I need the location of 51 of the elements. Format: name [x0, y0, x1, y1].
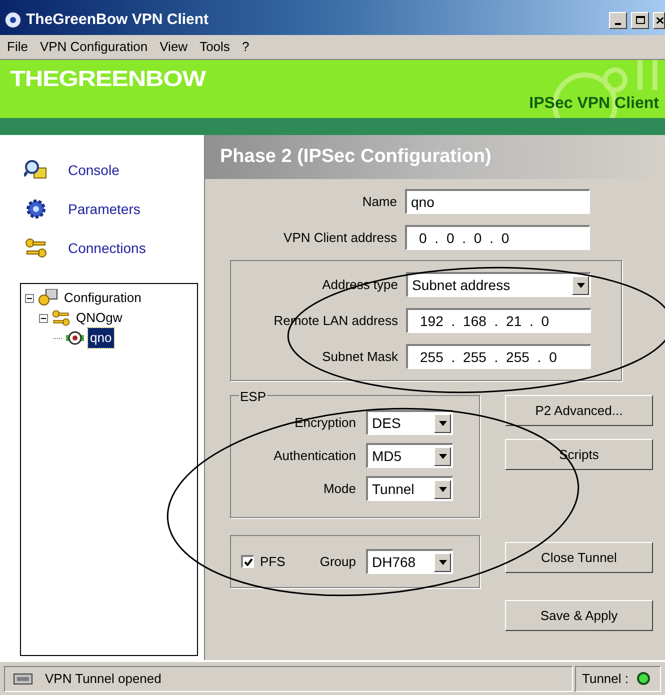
- maximize-button[interactable]: [631, 12, 649, 28]
- name-field[interactable]: qno: [405, 189, 590, 214]
- network-icon: [13, 672, 33, 686]
- minimize-button[interactable]: [609, 12, 627, 28]
- field-label: Subnet Mask: [321, 348, 398, 366]
- computer-keys-icon: [38, 289, 58, 307]
- collapse-toggle[interactable]: [25, 294, 34, 302]
- field-label: Group: [320, 552, 356, 571]
- menu-item[interactable]: ?: [242, 37, 250, 57]
- sidebar-link[interactable]: Parameters: [68, 198, 140, 220]
- collapse-toggle[interactable]: [39, 314, 48, 322]
- dropdown[interactable]: Subnet address: [406, 272, 591, 297]
- status-message: VPN Tunnel opened: [45, 670, 162, 688]
- pfs-checkbox[interactable]: [241, 555, 254, 568]
- field-label: Mode: [323, 480, 356, 498]
- gear-icon: [26, 199, 46, 219]
- menu-item[interactable]: File: [7, 37, 28, 57]
- action-button[interactable]: Close Tunnel: [505, 542, 653, 573]
- close-button[interactable]: [653, 12, 665, 28]
- dropdown[interactable]: DH768: [366, 549, 453, 574]
- field-label: Name: [361, 192, 397, 211]
- ip-address-field[interactable]: 0 . 0 . 0 . 0: [405, 225, 590, 250]
- ip-address-field[interactable]: 255 . 255 . 255 . 0: [406, 344, 591, 369]
- action-button[interactable]: Save & Apply: [505, 600, 653, 631]
- tree-item[interactable]: Configuration: [62, 288, 144, 308]
- close-icon: [656, 16, 664, 24]
- magnifier-icon: [24, 159, 48, 181]
- field-label: VPN Client address: [282, 228, 397, 247]
- sidebar-link[interactable]: Connections: [68, 238, 146, 258]
- menu-item[interactable]: View: [160, 37, 188, 57]
- dropdown[interactable]: Tunnel: [366, 476, 453, 501]
- window-title: TheGreenBow VPN Client: [26, 10, 210, 30]
- tunnel-label: Tunnel :: [582, 670, 628, 688]
- brand-logo: THEGREENBOW: [10, 65, 206, 93]
- app-icon: [4, 11, 22, 29]
- menu-item[interactable]: Tools: [200, 37, 230, 57]
- field-label: Authentication: [274, 446, 356, 465]
- product-name: IPSec VPN Client: [529, 94, 659, 114]
- action-button[interactable]: P2 Advanced...: [505, 395, 653, 426]
- tree-item[interactable]: qno: [88, 328, 114, 348]
- keys-icon: [25, 237, 47, 259]
- ip-address-field[interactable]: 192 . 168 . 21 . 0: [406, 308, 591, 333]
- tree-item[interactable]: QNOgw: [74, 308, 124, 328]
- sidebar-link[interactable]: Console: [68, 160, 120, 180]
- checkbox-label: PFS: [260, 552, 286, 571]
- dropdown[interactable]: MD5: [366, 443, 453, 468]
- field-label: Encryption: [294, 414, 356, 432]
- dropdown[interactable]: DES: [366, 410, 453, 435]
- menu-item[interactable]: VPN Configuration: [40, 37, 148, 57]
- tunnel-icon: [66, 331, 84, 345]
- keys-icon: [52, 309, 70, 327]
